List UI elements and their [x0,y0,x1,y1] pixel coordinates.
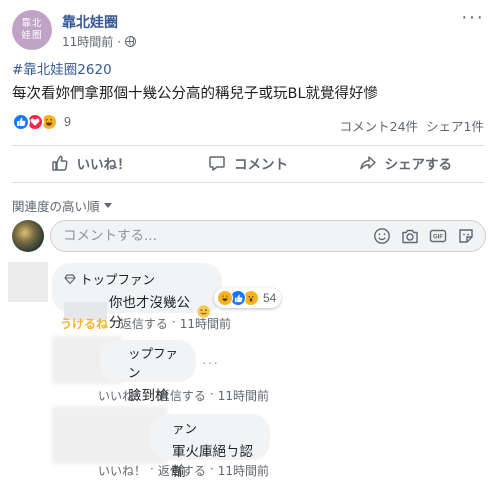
comment-bubble: トップファン 你也才沒幾公分 [52,263,222,331]
reply-actions: いいね！ · 返信する · 11時間前 [98,387,269,404]
share-button[interactable]: シェアする [327,146,484,180]
reply-link[interactable]: 返信する [120,315,168,332]
reaction-summary[interactable]: 9 [12,113,71,131]
reaction-count: 9 [64,115,71,129]
more-options-icon[interactable]: ··· [202,354,219,370]
composer-tools: GIF [373,227,475,245]
thumbs-up-icon [51,155,68,171]
page-avatar[interactable]: 靠北娃圈 [12,10,52,50]
comment-actions: うけるね · 返信する · 11時間前 [60,315,231,332]
comment-button[interactable]: コメント [169,146,326,180]
page-name[interactable]: 靠北娃圈 [62,12,118,32]
like-link[interactable]: いいね！ [98,462,146,479]
reply-bubble: ップファン 臉到槍 [100,340,196,404]
top-fan-label: ップファン [128,346,179,380]
comment-reactions[interactable]: 54 [214,288,282,308]
top-fan-badge: トップファン [64,269,210,288]
commenter-avatar[interactable] [8,262,48,302]
meta-separator: · [117,34,122,49]
divider [12,182,484,183]
dot-separator: · [171,315,176,329]
camera-icon[interactable] [401,227,419,245]
more-options-icon[interactable]: ··· [461,7,484,27]
comment-reaction-count: 54 [263,291,277,305]
like-reaction-icon [12,113,30,131]
dot-separator: · [150,387,154,401]
post-meta: 11時間前 · [62,33,137,50]
comment-label: コメント [233,157,288,173]
post-header: 靠北娃圈 靠北娃圈 11時間前 · ··· [12,7,484,50]
comment-input[interactable] [63,221,363,251]
dot-separator: · [112,315,116,329]
comment-icon [209,156,225,171]
comments-count[interactable]: コメント24件 [340,116,418,135]
diamond-icon [64,273,76,284]
reply-bubble: ァン 軍火庫絕ㄅ認輸 [150,414,270,480]
globe-icon [125,36,137,47]
user-avatar[interactable] [12,220,44,252]
like-label: いいね！ [76,157,131,173]
top-fan-badge: ァン [172,418,260,437]
emoji-icon[interactable] [373,227,391,245]
sticker-icon[interactable] [457,227,475,245]
share-label: シェアする [384,157,453,173]
dot-separator: · [209,462,214,476]
comment-sort-dropdown[interactable]: 関連度の高い順 [12,196,112,215]
post-timestamp[interactable]: 11時間前 [62,33,113,50]
engagement-counts: コメント24件 シェア1件 [340,116,484,135]
haha-reacted-label[interactable]: うけるね [60,315,108,332]
post-text: 每次看妳們拿那個十幾公分高的稱兒子或玩BL就覺得好慘 [12,86,379,102]
haha-reaction-icon [217,290,233,306]
reply-timestamp[interactable]: 11時間前 [218,387,269,404]
sort-label: 関連度の高い順 [12,199,100,214]
caret-down-icon [103,203,112,208]
dot-separator: · [209,387,214,401]
reply-actions: いいね！ · 返信する · 11時間前 [98,462,269,479]
like-link[interactable]: いいね！ [98,387,146,404]
top-fan-badge: ップファン [128,343,186,381]
svg-text:GIF: GIF [433,235,443,241]
page-avatar-text: 靠北娃圈 [21,18,43,41]
reply-link[interactable]: 返信する [158,462,206,479]
reply-timestamp[interactable]: 11時間前 [218,462,269,479]
comment-timestamp[interactable]: 11時間前 [180,315,231,332]
top-fan-label: トップファン [80,272,156,287]
post-action-bar: いいね！ コメント シェアする [12,146,484,180]
like-button[interactable]: いいね！ [12,146,169,180]
post-hashtag[interactable]: #靠北娃圈2620 [12,58,112,78]
dot-separator: · [150,462,154,476]
comment-composer: GIF [50,220,486,252]
shares-count[interactable]: シェア1件 [426,116,484,135]
gif-icon[interactable]: GIF [429,227,447,245]
reply-link[interactable]: 返信する [158,387,206,404]
top-fan-label: ァン [172,421,198,436]
share-icon [359,156,376,170]
